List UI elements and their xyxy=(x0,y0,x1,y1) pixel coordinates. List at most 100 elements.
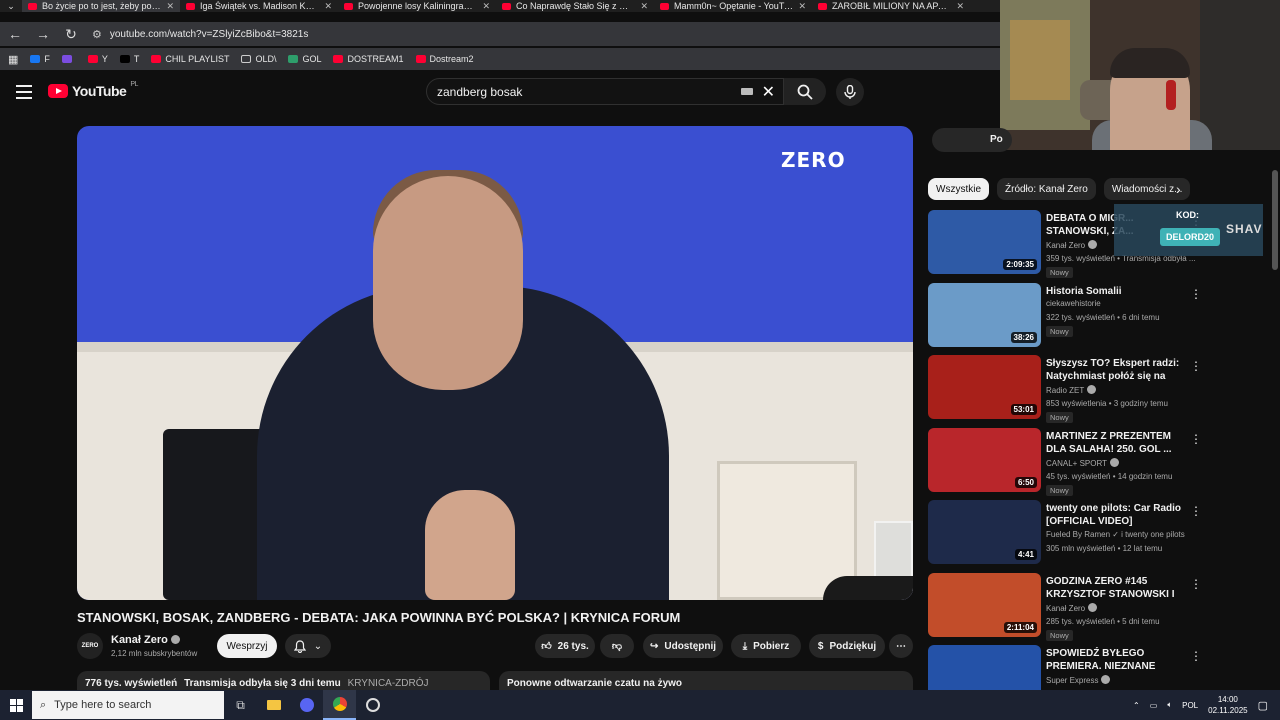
site-info-icon[interactable]: ⚙ xyxy=(92,28,102,41)
browser-tab[interactable]: Powojenne losy Kaliningradu. P... ✕ xyxy=(338,0,496,12)
close-tab-icon[interactable]: ✕ xyxy=(640,1,648,12)
apps-grid-icon[interactable]: ▦ xyxy=(8,53,18,66)
bookmark-favicon-icon xyxy=(333,55,344,63)
windows-start-button[interactable] xyxy=(0,690,32,720)
bookmark-label: T xyxy=(133,54,140,64)
taskbar-search-input[interactable]: ⌕ Type here to search xyxy=(32,691,224,719)
channel-name[interactable]: Kanał Zero xyxy=(111,634,180,646)
forward-icon[interactable]: → xyxy=(36,26,50,42)
more-vertical-icon[interactable]: ⋮ xyxy=(1190,577,1202,591)
share-button[interactable]: ↪ Udostępnij xyxy=(643,634,723,658)
youtube-favicon-icon xyxy=(660,2,669,10)
more-vertical-icon[interactable]: ⋮ xyxy=(1190,649,1202,663)
discord-icon[interactable] xyxy=(290,690,323,720)
filter-chip[interactable]: Wszystkie xyxy=(928,178,989,200)
video-thumbnail[interactable]: 2:11:04 xyxy=(928,573,1041,637)
volume-icon[interactable]: 🔈︎ xyxy=(1167,700,1172,710)
bookmark-item[interactable] xyxy=(61,54,76,64)
bookmark-item[interactable]: OLD\ xyxy=(241,54,276,64)
close-tab-icon[interactable]: ✕ xyxy=(324,1,332,12)
recommended-video[interactable]: 53:01 Słyszysz TO? Ekspert radzi: Natychm… xyxy=(928,355,1202,423)
file-explorer-icon[interactable] xyxy=(257,690,290,720)
bookmark-favicon-icon xyxy=(61,55,72,63)
more-vertical-icon[interactable]: ⋮ xyxy=(1190,287,1202,301)
youtube-logo[interactable]: YouTube PL xyxy=(48,81,138,99)
address-bar[interactable]: ⚙ youtube.com/watch?v=ZSlyiZcBibo&t=3821… xyxy=(92,23,1000,45)
notifications-button[interactable]: ⌄ xyxy=(285,634,331,658)
video-thumbnail[interactable]: 2:09:35 xyxy=(928,210,1041,274)
scrollbar-thumb[interactable] xyxy=(1272,170,1278,270)
close-tab-icon[interactable]: ✕ xyxy=(956,1,964,12)
bookmark-item[interactable]: T xyxy=(119,54,140,64)
partially-hidden-button[interactable]: Po xyxy=(932,128,1012,152)
recommended-video[interactable]: 38:26 Historia Somalii ciekawehistorie 322 … xyxy=(928,283,1202,349)
video-thumbnail[interactable]: 38:26 xyxy=(928,283,1041,347)
recommended-video-channel[interactable]: Fueled By Ramen ✓ i twenty one pilots xyxy=(1046,530,1185,539)
more-vertical-icon[interactable]: ⋮ xyxy=(1190,504,1202,518)
keyboard-icon[interactable] xyxy=(741,88,753,95)
recommended-video-channel[interactable]: Radio ZET xyxy=(1046,385,1097,395)
obs-icon[interactable] xyxy=(356,690,389,720)
bookmark-item[interactable]: Y xyxy=(87,54,108,64)
chevron-up-icon[interactable]: ⌃ xyxy=(1133,701,1140,710)
language-indicator[interactable]: POL xyxy=(1182,701,1198,710)
more-vertical-icon[interactable]: ⋮ xyxy=(1190,359,1202,373)
menu-icon[interactable] xyxy=(16,85,32,103)
search-button[interactable] xyxy=(784,78,826,105)
chevron-right-icon[interactable]: › xyxy=(1176,181,1181,197)
close-tab-icon[interactable]: ✕ xyxy=(166,1,174,12)
clock[interactable]: 14:00 02.11.2025 xyxy=(1208,694,1247,716)
bookmark-item[interactable]: Dostream2 xyxy=(415,54,474,64)
recommended-video[interactable]: 4:41 twenty one pilots: Car Radio [OFFICI… xyxy=(928,500,1202,566)
recommended-video-channel[interactable]: CANAL+ SPORT xyxy=(1046,458,1119,468)
more-vertical-icon[interactable]: ⋮ xyxy=(1190,432,1202,446)
voice-search-button[interactable] xyxy=(836,78,864,106)
browser-tab[interactable]: Mamm0n~ Opętanie - YouTube ✕ xyxy=(654,0,812,12)
bookmark-item[interactable]: F xyxy=(30,54,50,64)
back-icon[interactable]: ← xyxy=(8,26,22,42)
support-button[interactable]: Wesprzyj xyxy=(217,634,277,658)
tab-title: Iga Świątek vs. Madison Keys | ... xyxy=(200,1,320,11)
video-thumbnail[interactable]: 4:41 xyxy=(928,500,1041,564)
download-button[interactable]: ⤓ Pobierz xyxy=(731,634,801,658)
recommended-video-channel[interactable]: Kanał Zero xyxy=(1046,603,1098,613)
reload-icon[interactable]: ↻ xyxy=(64,26,78,43)
recommended-video[interactable]: 2:11:04 GODZINA ZERO #145 KRZYSZTOF STANO… xyxy=(928,573,1202,641)
hashtag-link[interactable]: KRYNICA-ZDRÓJ xyxy=(348,678,429,689)
filter-chips: Wszystkie Źródło: Kanał Zero Wiadomości z.… xyxy=(928,178,1194,200)
video-player[interactable]: ZERO xyxy=(77,126,913,600)
close-tab-icon[interactable]: ✕ xyxy=(798,1,806,12)
bell-icon xyxy=(293,639,306,653)
tab-title: Bo życie po to jest, żeby pożyczać xyxy=(42,1,161,11)
like-button[interactable]: 👍︎ 26 tys. xyxy=(535,634,595,658)
recommended-video-channel[interactable]: ciekawehistorie xyxy=(1046,299,1101,308)
clear-search-icon[interactable]: ✕ xyxy=(762,82,775,102)
browser-tab[interactable]: Bo życie po to jest, żeby pożyczać ✕ xyxy=(22,0,180,12)
dislike-button[interactable]: 👎︎ xyxy=(600,634,634,658)
video-thumbnail[interactable]: 6:50 xyxy=(928,428,1041,492)
browser-tab[interactable]: Co Naprawdę Stało Się z Made... ✕ xyxy=(496,0,654,12)
recommended-video-channel[interactable]: Kanał Zero xyxy=(1046,240,1098,250)
notification-icon[interactable]: ▢ xyxy=(1258,699,1268,712)
browser-tab[interactable]: ZAROBIŁ MILIONY NA APARATACH ✕ xyxy=(812,0,970,12)
bookmark-item[interactable]: GOL xyxy=(288,54,321,64)
thanks-button[interactable]: $ Podziękuj xyxy=(809,634,885,658)
video-thumbnail[interactable]: 53:01 xyxy=(928,355,1041,419)
chrome-icon[interactable] xyxy=(323,690,356,720)
search-input[interactable]: zandberg bosak ✕ xyxy=(426,78,784,105)
like-count: 26 tys. xyxy=(557,640,589,652)
recommended-video[interactable]: 6:50 MARTINEZ Z PREZENTEM DLA SALAHA! 250… xyxy=(928,428,1202,496)
tab-search-icon[interactable]: ⌄ xyxy=(0,1,22,12)
bookmark-item[interactable]: DOSTREAM1 xyxy=(333,54,404,64)
more-actions-button[interactable]: ⋯ xyxy=(889,634,913,658)
channel-avatar[interactable]: ZERO xyxy=(77,633,103,659)
bookmark-item[interactable]: CHIL PLAYLIST xyxy=(151,54,229,64)
task-view-icon[interactable]: ⧉ xyxy=(224,690,257,720)
recommended-video-channel[interactable]: Super Express xyxy=(1046,675,1111,685)
browser-tab[interactable]: Iga Świątek vs. Madison Keys | ... ✕ xyxy=(180,0,338,12)
close-tab-icon[interactable]: ✕ xyxy=(482,1,490,12)
network-icon[interactable]: ▭ xyxy=(1150,701,1158,710)
filter-chip[interactable]: Źródło: Kanał Zero xyxy=(997,178,1096,200)
recommended-video-channel-name: Kanał Zero xyxy=(1046,604,1086,613)
page-scrollbar[interactable] xyxy=(1270,150,1280,690)
